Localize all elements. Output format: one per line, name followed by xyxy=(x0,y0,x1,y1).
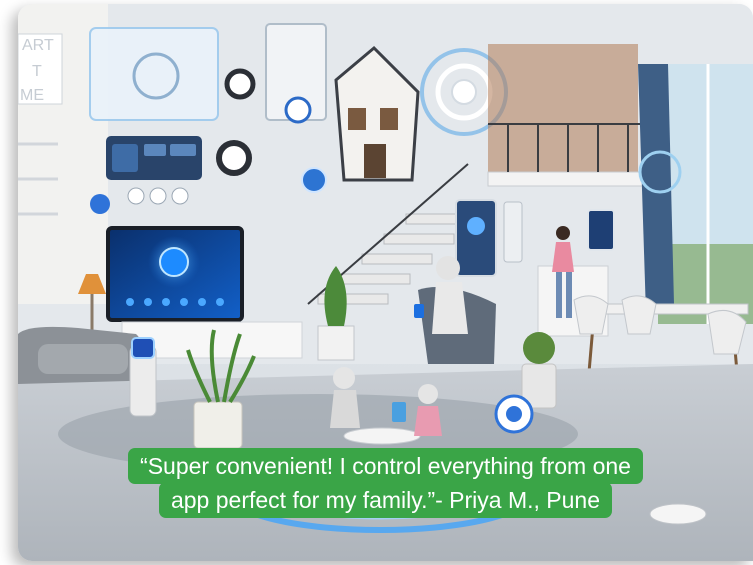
mezzanine-floor xyxy=(487,171,655,187)
tablet-icon xyxy=(392,402,406,422)
testimonial-line-1: “Super convenient! I control everything … xyxy=(128,448,643,484)
mezzanine-wall xyxy=(488,44,638,174)
speaker-icon xyxy=(224,68,256,100)
wall-tablet xyxy=(455,199,497,277)
plant-icon-2 xyxy=(523,332,555,364)
child-figure-2-head xyxy=(418,384,438,404)
testimonial-image-card: ART T ME “Super convenient! I control ev… xyxy=(18,4,753,561)
child-figure-head xyxy=(333,367,355,389)
person-figure xyxy=(432,282,468,334)
plant-pot xyxy=(193,401,243,449)
wall-sign-text-3: ME xyxy=(20,87,44,104)
child-figure-2 xyxy=(414,406,442,436)
wall-sign-text-2: T xyxy=(32,63,42,80)
person-woman-head xyxy=(556,226,570,240)
person-figure-head xyxy=(436,256,460,280)
wall-sign-text-1: ART xyxy=(22,37,54,54)
wall-display-small xyxy=(587,209,615,251)
wall-button-icon xyxy=(90,194,110,214)
wall-switch-icon xyxy=(301,167,327,193)
testimonial-line-2: app perfect for my family.”- Priya M., P… xyxy=(158,482,613,518)
hologram-panel xyxy=(89,27,219,121)
speaker-icon-2 xyxy=(216,140,252,176)
phone-icon xyxy=(414,304,424,318)
testimonial-quote: “Super convenient! I control everything … xyxy=(18,448,753,518)
child-figure xyxy=(330,390,360,428)
kids-table xyxy=(343,427,421,445)
